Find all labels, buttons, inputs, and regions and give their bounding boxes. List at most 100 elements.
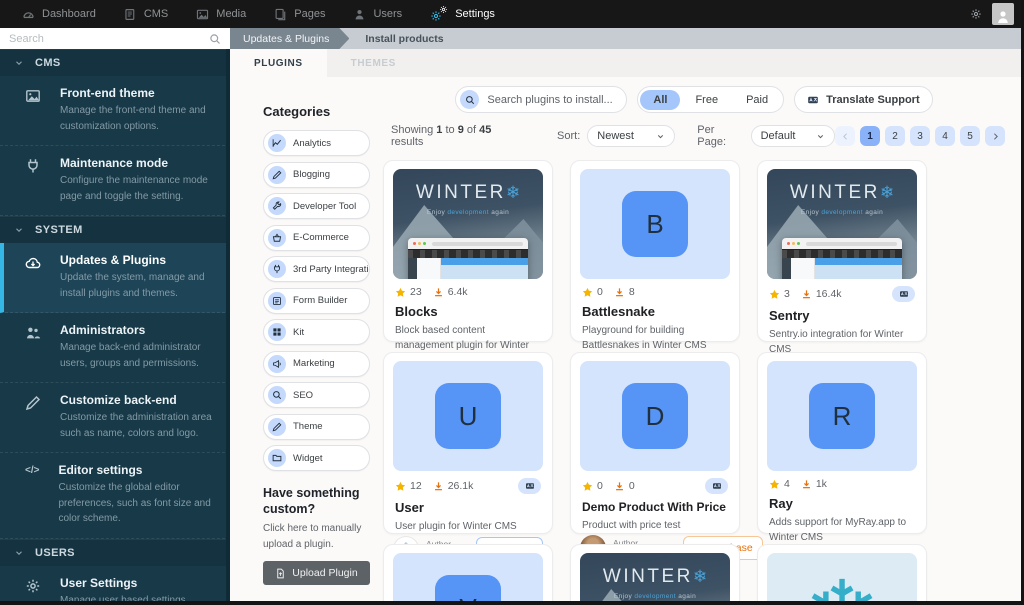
pagination-page-2[interactable]: 2 bbox=[885, 126, 905, 146]
settings-gears-icon bbox=[430, 6, 448, 22]
category-seo[interactable]: SEO bbox=[263, 382, 370, 408]
category-widget[interactable]: Widget bbox=[263, 445, 370, 471]
sidebar-item-updates-plugins[interactable]: Updates & Plugins Update the system, man… bbox=[0, 243, 230, 313]
star-icon bbox=[582, 481, 593, 492]
category-marketing[interactable]: Marketing bbox=[263, 351, 370, 377]
preferences-gear-icon[interactable] bbox=[970, 8, 982, 20]
custom-upload-desc: Click here to manually upload a plugin. bbox=[263, 521, 370, 552]
upload-icon bbox=[275, 568, 286, 579]
plugin-letter-image: R bbox=[767, 361, 917, 471]
sidebar-item-maintenance-mode[interactable]: Maintenance mode Configure the maintenan… bbox=[0, 146, 230, 216]
image-icon bbox=[25, 88, 41, 134]
pencil-icon bbox=[268, 166, 286, 184]
snowflake-icon: ❄ bbox=[506, 183, 520, 202]
plugin-title: User bbox=[395, 500, 541, 515]
category-analytics[interactable]: Analytics bbox=[263, 130, 370, 156]
sidebar-section-users-1[interactable]: USERS bbox=[0, 539, 230, 566]
pagination-page-5[interactable]: 5 bbox=[960, 126, 980, 146]
pagination-page-3[interactable]: 3 bbox=[910, 126, 930, 146]
pagination-prev[interactable] bbox=[835, 126, 855, 146]
plugin-card-blocks[interactable]: WINTER❄ Enjoy development again 23 6.4k bbox=[383, 160, 553, 342]
upload-plugin-button[interactable]: Upload Plugin bbox=[263, 561, 370, 585]
category-blogging[interactable]: Blogging bbox=[263, 162, 370, 188]
sort-select[interactable]: Newest bbox=[587, 125, 675, 147]
plugin-card-partial-snowflake[interactable]: ❄ bbox=[757, 544, 927, 605]
plugin-card-partial-banner[interactable]: WINTER❄ Enjoy development again bbox=[570, 544, 740, 605]
per-page-group: Per Page: Default bbox=[697, 124, 835, 148]
plugin-title: Ray bbox=[769, 496, 915, 511]
cloud-download-icon bbox=[25, 255, 41, 301]
download-count: 6.4k bbox=[448, 286, 468, 298]
settings-sidebar: CMS Front-end theme Manage the front-end… bbox=[0, 49, 230, 605]
download-count: 0 bbox=[629, 480, 635, 492]
per-page-select[interactable]: Default bbox=[751, 125, 835, 147]
download-count: 16.4k bbox=[816, 288, 842, 300]
plugin-card-ray[interactable]: R 4 1k Ray Adds support for MyRay.app to… bbox=[757, 352, 927, 534]
plugin-card-demo-product[interactable]: D 0 0 Demo Product With Price Product wi… bbox=[570, 352, 740, 534]
brush-icon bbox=[268, 418, 286, 436]
plugin-search[interactable] bbox=[455, 86, 627, 113]
category-kit[interactable]: Kit bbox=[263, 319, 370, 345]
plugin-grid: WINTER❄ Enjoy development again 23 6.4k bbox=[383, 160, 1005, 605]
filter-all[interactable]: All bbox=[640, 90, 680, 110]
plugin-card-partial-v[interactable]: V bbox=[383, 544, 553, 605]
translate-badge bbox=[892, 286, 915, 302]
downloads-icon bbox=[433, 287, 444, 298]
pagination-page-4[interactable]: 4 bbox=[935, 126, 955, 146]
category-3rd-party-integration[interactable]: 3rd Party Integration bbox=[263, 256, 370, 282]
sidebar-item-administrators[interactable]: Administrators Manage back-end administr… bbox=[0, 313, 230, 383]
pagination-page-1[interactable]: 1 bbox=[860, 126, 880, 146]
download-count: 8 bbox=[629, 286, 635, 298]
search-icon bbox=[209, 33, 221, 45]
breadcrumb-updates-plugins[interactable]: Updates & Plugins bbox=[230, 28, 349, 49]
tab-plugins[interactable]: PLUGINS bbox=[230, 49, 327, 77]
filter-free[interactable]: Free bbox=[682, 90, 731, 110]
categories-title: Categories bbox=[263, 104, 370, 119]
translate-badge bbox=[518, 478, 541, 494]
nav-cms[interactable]: CMS bbox=[112, 0, 180, 28]
user-avatar[interactable] bbox=[992, 3, 1014, 25]
chevron-down-icon bbox=[14, 58, 24, 68]
plugin-card-sentry[interactable]: WINTER❄ Enjoy development again 3 16.4k bbox=[757, 160, 927, 342]
nav-label: CMS bbox=[144, 8, 168, 20]
nav-label: Media bbox=[216, 8, 246, 20]
plugin-card-battlesnake[interactable]: B 0 8 Battlesnake Playground for buildin… bbox=[570, 160, 740, 342]
plugin-description: Playground for building Battlesnakes in … bbox=[582, 323, 728, 353]
sidebar-section-system[interactable]: SYSTEM bbox=[0, 216, 230, 243]
tab-themes[interactable]: THEMES bbox=[327, 49, 420, 77]
translate-support-button[interactable]: Translate Support bbox=[794, 86, 933, 113]
sidebar-item-customize-back-end[interactable]: Customize back-end Customize the adminis… bbox=[0, 383, 230, 453]
plugin-search-input[interactable] bbox=[487, 94, 622, 106]
nav-users[interactable]: Users bbox=[341, 0, 414, 28]
downloads-icon bbox=[801, 289, 812, 300]
sidebar-item-front-end-theme[interactable]: Front-end theme Manage the front-end the… bbox=[0, 76, 230, 146]
category-e-commerce[interactable]: E-Commerce bbox=[263, 225, 370, 251]
breadcrumb: Updates & Plugins Install products bbox=[230, 28, 1024, 49]
plug-icon bbox=[25, 158, 41, 204]
plug-icon bbox=[268, 260, 286, 278]
sidebar-item-editor-settings[interactable]: </> Editor settings Customize the global… bbox=[0, 453, 230, 539]
pages-icon bbox=[274, 8, 287, 21]
per-page-label: Per Page: bbox=[697, 124, 743, 148]
snowflake-image: ❄ bbox=[767, 553, 917, 605]
category-developer-tool[interactable]: Developer Tool bbox=[263, 193, 370, 219]
categories-panel: Categories Analytics Blogging Developer … bbox=[263, 77, 370, 605]
sidebar-search[interactable] bbox=[0, 28, 230, 49]
plugin-letter-image: U bbox=[393, 361, 543, 471]
nav-media[interactable]: Media bbox=[184, 0, 258, 28]
nav-dashboard[interactable]: Dashboard bbox=[10, 0, 108, 28]
filter-paid[interactable]: Paid bbox=[733, 90, 781, 110]
sidebar-search-input[interactable] bbox=[9, 33, 203, 45]
pagination-next[interactable] bbox=[985, 126, 1005, 146]
blocks-icon bbox=[268, 323, 286, 341]
plugin-card-user[interactable]: U 12 26.1k User User plugin for Winter C… bbox=[383, 352, 553, 534]
category-theme[interactable]: Theme bbox=[263, 414, 370, 440]
category-form-builder[interactable]: Form Builder bbox=[263, 288, 370, 314]
wrench-icon bbox=[268, 197, 286, 215]
results-row: Showing 1 to 9 of 45 results Sort: Newes… bbox=[391, 124, 1005, 148]
nav-settings[interactable]: Settings bbox=[418, 0, 507, 28]
sidebar-section-cms[interactable]: CMS bbox=[0, 49, 230, 76]
sidebar-item-user-settings-1[interactable]: User Settings Manage user based settings… bbox=[0, 566, 230, 605]
users-icon bbox=[353, 8, 366, 21]
nav-pages[interactable]: Pages bbox=[262, 0, 337, 28]
